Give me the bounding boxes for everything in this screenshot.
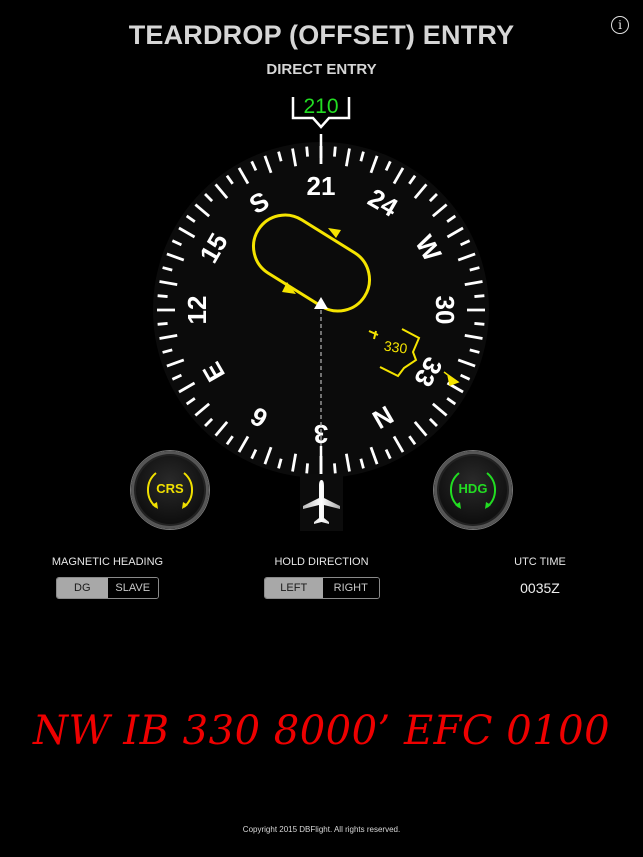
compass-label-21: 21: [307, 171, 336, 201]
hold-direction-toggle[interactable]: LEFT RIGHT: [264, 577, 380, 599]
slave-option[interactable]: SLAVE: [107, 578, 158, 598]
compass-tick: [157, 322, 168, 326]
crs-knob[interactable]: CRS: [131, 451, 209, 529]
heading-readout-value: 210: [303, 95, 338, 118]
compass-tick: [474, 294, 485, 298]
crs-knob-label: CRS: [156, 481, 184, 496]
left-option[interactable]: LEFT: [265, 578, 323, 598]
magnetic-heading-label: MAGNETIC HEADING: [51, 556, 164, 568]
heading-indicator[interactable]: N36E1215S 21 24W3033 210 330: [0, 0, 643, 540]
aircraft-symbol: [300, 474, 343, 531]
hdg-knob[interactable]: HDG: [434, 451, 512, 529]
hold-direction-label: HOLD DIRECTION: [274, 556, 369, 568]
airplane-icon: [303, 480, 340, 524]
hold-clearance-text: NW IB 330 8000’ EFC 0100: [32, 708, 611, 754]
compass-label-30: 30: [430, 296, 460, 325]
compass-tick: [474, 322, 485, 326]
hdg-knob-label: HDG: [458, 481, 488, 496]
magnetic-heading-toggle[interactable]: DG SLAVE: [56, 577, 159, 599]
compass-tick: [305, 463, 309, 474]
utc-time-value: 0035Z: [520, 580, 560, 596]
compass-tick: [157, 294, 168, 298]
right-option[interactable]: RIGHT: [322, 578, 379, 598]
dg-option[interactable]: DG: [57, 578, 108, 598]
course-bug-label: 330: [383, 338, 409, 357]
compass-tick: [333, 463, 337, 474]
compass-tick: [333, 146, 337, 157]
copyright: Copyright 2015 DBFlight. All rights rese…: [242, 825, 401, 834]
heading-readout: 210: [291, 95, 351, 129]
compass-label-12: 12: [182, 296, 212, 325]
compass-tick: [305, 146, 309, 157]
utc-time-label: UTC TIME: [514, 556, 566, 568]
